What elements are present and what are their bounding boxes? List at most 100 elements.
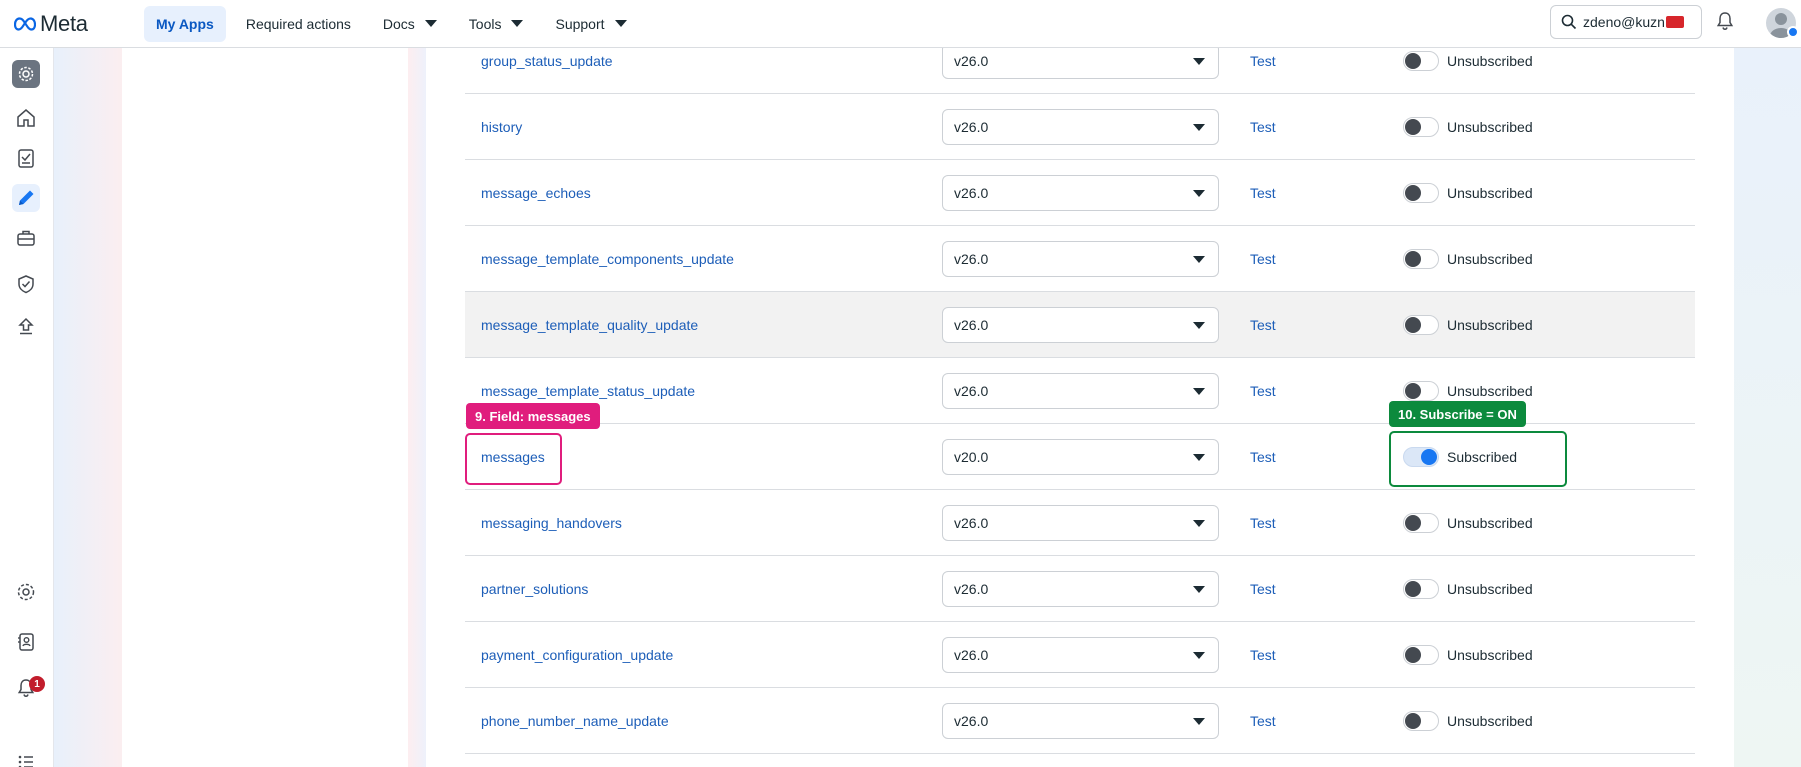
subscribe-toggle[interactable]	[1403, 182, 1439, 203]
subscription-status: Unsubscribed	[1447, 250, 1533, 267]
version-value: v26.0	[954, 316, 989, 333]
caret-down-icon	[511, 20, 524, 27]
subscribe-toggle[interactable]	[1403, 314, 1439, 335]
field-name-link[interactable]: message_template_quality_update	[481, 317, 698, 333]
nav-support[interactable]: Support	[543, 6, 638, 42]
checklist-icon[interactable]	[12, 144, 40, 172]
app-settings-icon[interactable]	[12, 60, 40, 88]
nav-my-apps[interactable]: My Apps	[144, 5, 226, 42]
toggle-knob	[1405, 580, 1421, 597]
table-row: message_echoes v26.0 Test Unsubscribed	[465, 160, 1695, 226]
version-select[interactable]: v26.0	[942, 306, 1219, 343]
gear-icon[interactable]	[12, 578, 40, 606]
version-select[interactable]: v26.0	[942, 636, 1219, 673]
caret-down-icon	[1193, 651, 1205, 659]
nav-docs[interactable]: Docs	[371, 6, 449, 42]
contacts-icon[interactable]	[12, 628, 40, 656]
nav-label: Support	[555, 15, 605, 32]
field-name-link[interactable]: phone_number_name_update	[481, 713, 669, 729]
subscribe-toggle[interactable]	[1403, 248, 1439, 269]
test-link[interactable]: Test	[1250, 251, 1276, 267]
test-link[interactable]: Test	[1250, 185, 1276, 201]
nav-required-actions[interactable]: Required actions	[234, 6, 363, 42]
version-select[interactable]: v26.0	[942, 504, 1219, 541]
test-link[interactable]: Test	[1250, 581, 1276, 597]
subscribe-toggle[interactable]	[1403, 512, 1439, 533]
annotation-subscribe-highlight	[1389, 431, 1567, 487]
toggle-knob	[1405, 712, 1421, 729]
caret-down-icon	[1193, 57, 1205, 65]
background-left	[54, 48, 122, 767]
toggle-knob	[1405, 250, 1421, 267]
field-name-link[interactable]: payment_configuration_update	[481, 647, 673, 663]
version-select[interactable]: v26.0	[942, 108, 1219, 145]
version-select[interactable]: v26.0	[942, 240, 1219, 277]
field-name-link[interactable]: group_status_update	[481, 53, 613, 69]
test-link[interactable]: Test	[1250, 383, 1276, 399]
home-icon[interactable]	[12, 104, 40, 132]
version-select[interactable]: v26.0	[942, 570, 1219, 607]
meta-logo[interactable]: Meta	[14, 11, 114, 37]
version-select[interactable]: v26.0	[942, 372, 1219, 409]
subscribe-toggle[interactable]	[1403, 644, 1439, 665]
caret-down-icon	[1193, 585, 1205, 593]
subscription-status: Unsubscribed	[1447, 52, 1533, 69]
subscribe-toggle[interactable]	[1403, 50, 1439, 71]
subscription-status: Unsubscribed	[1447, 580, 1533, 597]
nav-label: My Apps	[156, 15, 214, 32]
field-name-link[interactable]: messaging_handovers	[481, 515, 622, 531]
table-row: message_template_quality_update v26.0 Test…	[465, 292, 1695, 358]
field-name-link[interactable]: partner_solutions	[481, 581, 588, 597]
field-name-link[interactable]: message_template_components_update	[481, 251, 734, 267]
upload-icon[interactable]	[12, 312, 40, 340]
test-link[interactable]: Test	[1250, 317, 1276, 333]
version-value: v26.0	[954, 646, 989, 663]
version-select[interactable]: v20.0	[942, 438, 1219, 475]
field-name-link[interactable]: history	[481, 119, 522, 135]
subscription-status: Unsubscribed	[1447, 118, 1533, 135]
annotation-field-label: 9. Field: messages	[466, 403, 600, 429]
test-link[interactable]: Test	[1250, 449, 1276, 465]
subscribe-toggle[interactable]	[1403, 578, 1439, 599]
nav-tools[interactable]: Tools	[457, 6, 536, 42]
shield-check-icon[interactable]	[12, 270, 40, 298]
caret-down-icon	[1193, 255, 1205, 263]
notification-count-badge: 1	[29, 676, 45, 692]
nav-label: Tools	[468, 15, 502, 32]
version-select[interactable]: v26.0	[942, 702, 1219, 739]
field-name-link[interactable]: message_template_status_update	[481, 383, 695, 399]
pencil-icon[interactable]	[12, 184, 40, 212]
caret-down-icon	[614, 20, 627, 27]
subscribe-toggle[interactable]	[1403, 116, 1439, 137]
toggle-knob	[1405, 382, 1421, 399]
list-icon[interactable]	[12, 748, 40, 767]
test-link[interactable]: Test	[1250, 713, 1276, 729]
version-select[interactable]: v26.0	[942, 174, 1219, 211]
background-divider	[408, 48, 426, 767]
annotation-field-highlight	[465, 433, 562, 485]
test-link[interactable]: Test	[1250, 515, 1276, 531]
version-value: v26.0	[954, 580, 989, 597]
caret-down-icon	[1193, 519, 1205, 527]
caret-down-icon	[1193, 387, 1205, 395]
field-name-link[interactable]: message_echoes	[481, 185, 591, 201]
table-row: partner_solutions v26.0 Test Unsubscribed	[465, 556, 1695, 622]
search-icon	[1561, 14, 1577, 30]
brand-name: Meta	[40, 10, 88, 36]
version-value: v26.0	[954, 712, 989, 729]
redaction-mark	[1665, 16, 1684, 28]
subscribe-toggle[interactable]	[1403, 380, 1439, 401]
search-input[interactable]: zdeno@kuzn	[1550, 5, 1702, 39]
toggle-knob	[1405, 514, 1421, 531]
test-link[interactable]: Test	[1250, 647, 1276, 663]
subscription-status: Unsubscribed	[1447, 382, 1533, 399]
subscribe-toggle[interactable]	[1403, 710, 1439, 731]
caret-down-icon	[1193, 717, 1205, 725]
briefcase-icon[interactable]	[12, 224, 40, 252]
test-link[interactable]: Test	[1250, 119, 1276, 135]
notifications-bell-icon[interactable]	[1714, 10, 1736, 35]
table-row: messaging_handovers v26.0 Test Unsubscribed	[465, 490, 1695, 556]
toggle-knob	[1405, 52, 1421, 69]
toggle-knob	[1405, 316, 1421, 333]
test-link[interactable]: Test	[1250, 53, 1276, 69]
